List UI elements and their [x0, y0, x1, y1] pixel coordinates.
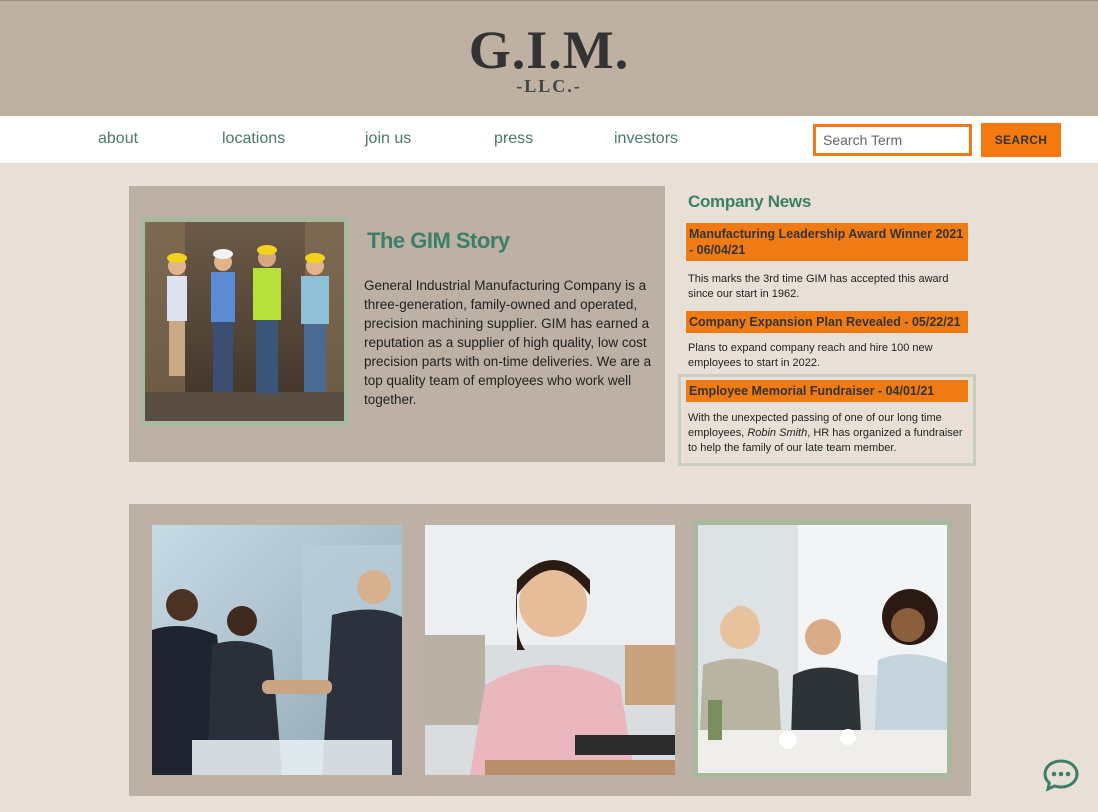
nav-press[interactable]: press [494, 130, 533, 148]
news-body-name: Robin Smith [747, 427, 808, 439]
news-item-body: This marks the 3rd time GIM has accepted… [688, 273, 949, 300]
chat-bubble-icon[interactable] [1043, 758, 1079, 792]
site-header: G.I.M. -LLC.- [0, 0, 1098, 116]
nav-about[interactable]: about [98, 130, 138, 148]
news-heading: Company News [688, 192, 811, 211]
search-input[interactable] [813, 124, 972, 156]
story-text: General Industrial Manufacturing Company… [364, 278, 652, 407]
logo-title[interactable]: G.I.M. [0, 23, 1098, 77]
news-item-body: Plans to expand company reach and hire 1… [688, 342, 933, 369]
news-item-title[interactable]: Employee Memorial Fundraiser - 04/01/21 [686, 380, 968, 402]
logo-subtitle: -LLC.- [516, 76, 582, 96]
handshake-photo [152, 525, 402, 775]
call-center-photo [425, 525, 675, 775]
news-item-title[interactable]: Company Expansion Plan Revealed - 05/22/… [686, 311, 968, 333]
search-button[interactable]: SEARCH [981, 123, 1061, 157]
nav-locations[interactable]: locations [222, 130, 285, 148]
workers-team-photo [145, 222, 344, 421]
news-item-title[interactable]: Manufacturing Leadership Award Winner 20… [686, 223, 968, 261]
team-meeting-photo [698, 525, 947, 773]
nav-join-us[interactable]: join us [365, 130, 411, 148]
story-photo-frame [140, 217, 349, 426]
news-item-body: With the unexpected passing of one of ou… [688, 411, 970, 456]
nav-investors[interactable]: investors [614, 130, 678, 148]
meeting-photo-frame [693, 520, 952, 778]
story-title: The GIM Story [367, 228, 510, 253]
